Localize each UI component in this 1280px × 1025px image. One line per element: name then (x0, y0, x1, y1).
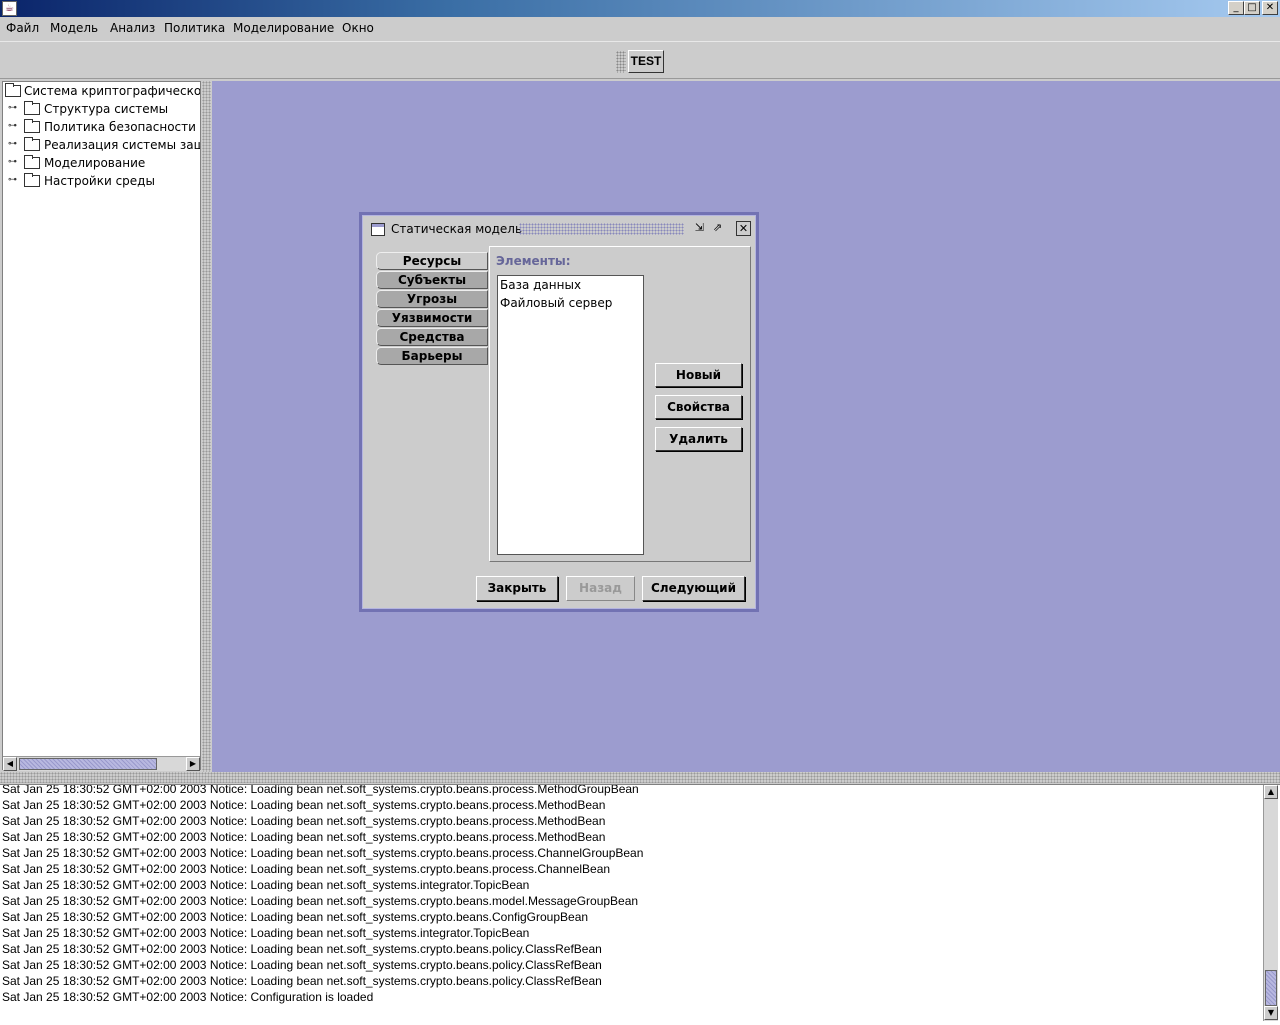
list-item[interactable]: Файловый сервер (500, 295, 612, 311)
log-line: Sat Jan 25 18:30:52 GMT+02:00 2003 Notic… (2, 814, 606, 828)
minimize-icon[interactable]: ⇲ (692, 221, 707, 236)
tab-threats[interactable]: Угрозы (376, 290, 488, 308)
expand-toggle-icon[interactable]: ⊶ (8, 104, 19, 113)
log-line: Sat Jan 25 18:30:52 GMT+02:00 2003 Notic… (2, 974, 602, 988)
log-line: Sat Jan 25 18:30:52 GMT+02:00 2003 Notic… (2, 910, 589, 924)
folder-icon (24, 137, 40, 151)
toolbar-grip[interactable] (616, 51, 626, 73)
tree-horizontal-scrollbar[interactable]: ◀ ▶ (3, 756, 200, 771)
properties-button[interactable]: Свойства (655, 395, 742, 419)
scroll-down-icon[interactable]: ▼ (1264, 1006, 1278, 1020)
log-line: Sat Jan 25 18:30:52 GMT+02:00 2003 Notic… (2, 894, 639, 908)
back-button: Назад (566, 576, 635, 601)
log-line: Sat Jan 25 18:30:52 GMT+02:00 2003 Notic… (2, 878, 530, 892)
menu-policy[interactable]: Политика (164, 21, 225, 35)
log-line: Sat Jan 25 18:30:52 GMT+02:00 2003 Notic… (2, 846, 644, 860)
static-model-dialog: Статическая модель ⇲ ⇗ ✕ Ресурсы Субъект… (359, 212, 759, 612)
menu-analysis[interactable]: Анализ (110, 21, 155, 35)
menu-modeling[interactable]: Моделирование (233, 21, 334, 35)
window-icon (371, 223, 385, 236)
scroll-right-icon[interactable]: ▶ (186, 757, 200, 771)
log-line: Sat Jan 25 18:30:52 GMT+02:00 2003 Notic… (2, 830, 606, 844)
folder-open-icon (5, 83, 21, 97)
log-line: Sat Jan 25 18:30:52 GMT+02:00 2003 Notic… (2, 926, 530, 940)
tab-protection-means[interactable]: Средства защиты (376, 328, 488, 360)
java-cup-icon: ☕ (2, 1, 17, 16)
folder-icon (24, 101, 40, 115)
delete-button[interactable]: Удалить (655, 427, 742, 451)
tree-item-label: Реализация системы защит (44, 138, 200, 152)
log-line: Sat Jan 25 18:30:52 GMT+02:00 2003 Notic… (2, 958, 602, 972)
scrollbar-thumb[interactable] (19, 758, 157, 770)
new-button[interactable]: Новый (655, 363, 742, 387)
tree-item-label: Структура системы (44, 102, 169, 116)
folder-icon (24, 173, 40, 187)
close-button[interactable]: Закрыть (476, 576, 558, 601)
folder-icon (24, 119, 40, 133)
next-button[interactable]: Следующий (642, 576, 745, 601)
maximize-button[interactable]: □ (1244, 1, 1260, 15)
folder-icon (24, 155, 40, 169)
menu-bar: Файл Модель Анализ Политика Моделировани… (0, 17, 1280, 41)
tree-item-label: Моделирование (44, 156, 146, 170)
elements-label: Элементы: (496, 254, 571, 268)
tab-content-panel: Элементы: База данных Файловый сервер Но… (489, 246, 751, 562)
navigation-tree[interactable]: Система криптографической за ⊶ Структура… (2, 81, 201, 770)
window-title-bar[interactable]: ☕ _ □ ✕ (0, 0, 1280, 17)
log-line: Sat Jan 25 18:30:52 GMT+02:00 2003 Notic… (2, 784, 639, 796)
scroll-up-icon[interactable]: ▲ (1264, 785, 1278, 799)
log-vertical-scrollbar[interactable]: ▲ ▼ (1263, 785, 1278, 1021)
expand-toggle-icon[interactable]: ⊶ (8, 122, 19, 131)
scroll-left-icon[interactable]: ◀ (3, 757, 17, 771)
tree-item-label: Настройки среды (44, 174, 155, 188)
vertical-splitter[interactable] (202, 81, 211, 772)
elements-list[interactable]: База данных Файловый сервер (497, 275, 644, 555)
menu-model[interactable]: Модель (50, 21, 98, 35)
close-window-button[interactable]: ✕ (1262, 1, 1278, 15)
log-panel[interactable]: Sat Jan 25 18:30:52 GMT+02:00 2003 Notic… (0, 784, 1280, 1025)
close-icon[interactable]: ✕ (736, 221, 751, 236)
tab-barriers[interactable]: Барьеры (376, 347, 488, 365)
tab-resources[interactable]: Ресурсы (376, 252, 488, 270)
log-line: Sat Jan 25 18:30:52 GMT+02:00 2003 Notic… (2, 798, 606, 812)
test-button[interactable]: TEST (628, 50, 664, 73)
maximize-icon[interactable]: ⇗ (710, 221, 725, 236)
menu-window[interactable]: Окно (342, 21, 374, 35)
dialog-title: Статическая модель (391, 222, 523, 236)
scrollbar-thumb[interactable] (1265, 970, 1277, 1006)
tree-item-label: Политика безопасности (44, 120, 196, 134)
log-line: Sat Jan 25 18:30:52 GMT+02:00 2003 Notic… (2, 942, 602, 956)
menu-file[interactable]: Файл (6, 21, 39, 35)
tab-subjects[interactable]: Субъекты (376, 271, 488, 289)
horizontal-splitter[interactable] (0, 772, 1280, 783)
expand-toggle-icon[interactable]: ⊶ (8, 176, 19, 185)
expand-toggle-icon[interactable]: ⊶ (8, 158, 19, 167)
list-item[interactable]: База данных (500, 277, 581, 293)
log-line: Sat Jan 25 18:30:52 GMT+02:00 2003 Notic… (2, 990, 374, 1004)
minimize-button[interactable]: _ (1228, 1, 1244, 15)
log-line: Sat Jan 25 18:30:52 GMT+02:00 2003 Notic… (2, 862, 611, 876)
toolbar: TEST (0, 41, 1280, 79)
tab-vulnerabilities[interactable]: Уязвимости (376, 309, 488, 327)
expand-toggle-icon[interactable]: ⊶ (8, 140, 19, 149)
tree-root-label: Система криптографической за (24, 84, 201, 98)
dialog-title-bar[interactable]: Статическая модель ⇲ ⇗ ✕ (366, 218, 752, 240)
title-grip (519, 223, 684, 235)
